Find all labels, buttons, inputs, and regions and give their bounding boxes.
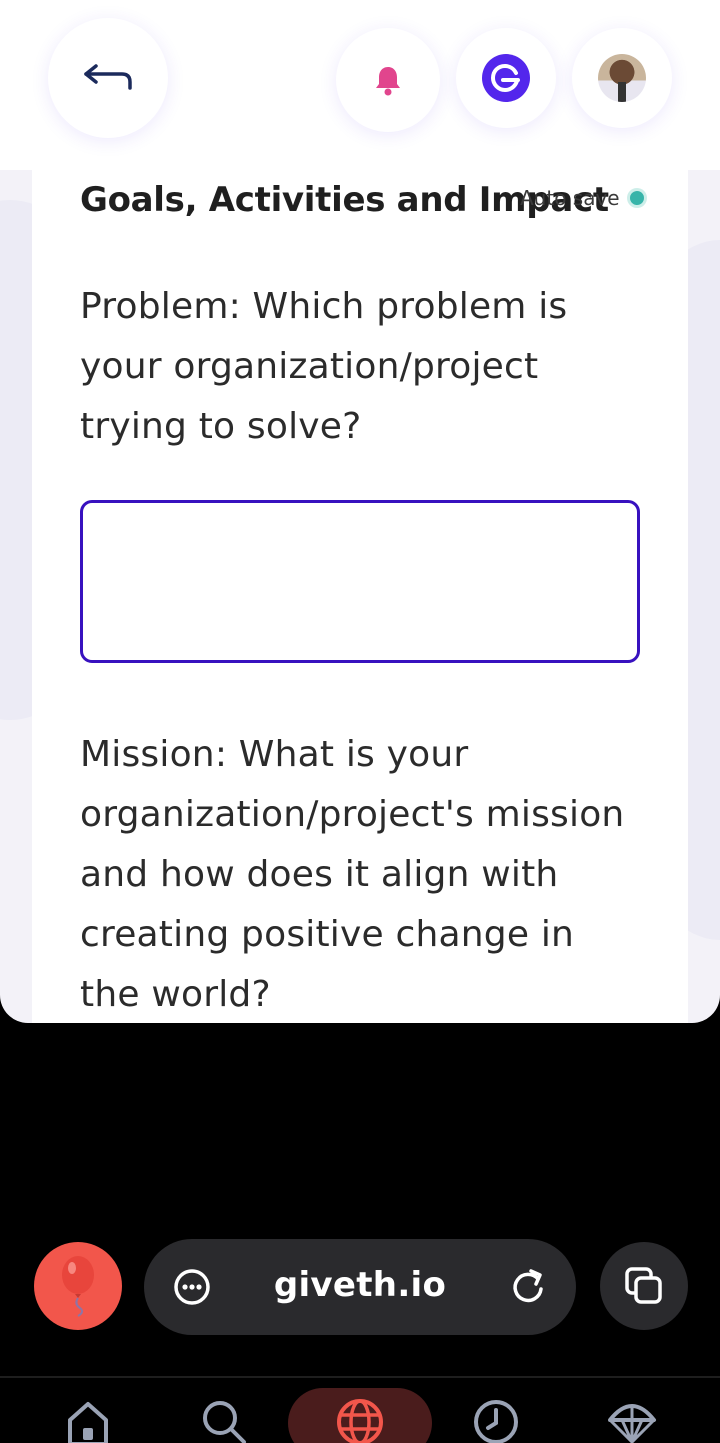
reload-icon[interactable] [508, 1267, 548, 1307]
web-viewport: Goals, Activities and Impact Auto save P… [0, 0, 720, 1023]
search-icon [203, 1401, 246, 1443]
avatar [598, 54, 646, 102]
tabs-icon [625, 1267, 662, 1304]
history-icon [474, 1400, 518, 1443]
home-icon [68, 1402, 108, 1443]
nav-web[interactable] [288, 1388, 432, 1443]
autosave-label: Auto save [520, 186, 620, 210]
wallet-button[interactable] [456, 28, 556, 128]
mission-question-label: Mission: What is your organization/proje… [80, 734, 625, 1015]
back-arrow-icon [84, 64, 132, 90]
balloon-button[interactable] [34, 1242, 122, 1330]
problem-question-label: Problem: Which problem is your organizat… [80, 286, 568, 447]
address-bar[interactable]: giveth.io [144, 1239, 576, 1335]
site-header [0, 0, 720, 170]
wallet-logo-icon [482, 54, 530, 102]
tabs-button[interactable] [600, 1242, 688, 1330]
globe-icon [337, 1399, 383, 1443]
autosave-status-dot [629, 191, 644, 205]
nav-history[interactable] [472, 1398, 520, 1443]
problem-input[interactable] [80, 500, 640, 663]
bell-icon [376, 67, 400, 96]
nav-airdrop[interactable] [606, 1398, 658, 1443]
airdrop-icon [608, 1404, 656, 1443]
back-button[interactable] [48, 18, 168, 138]
profile-button[interactable] [572, 28, 672, 128]
nav-home[interactable] [64, 1398, 112, 1443]
balloon-icon [62, 1256, 94, 1317]
notifications-button[interactable] [336, 28, 440, 132]
autosave-indicator: Auto save [520, 186, 644, 210]
bottom-navigation [0, 1376, 720, 1443]
nav-search[interactable] [200, 1398, 248, 1443]
